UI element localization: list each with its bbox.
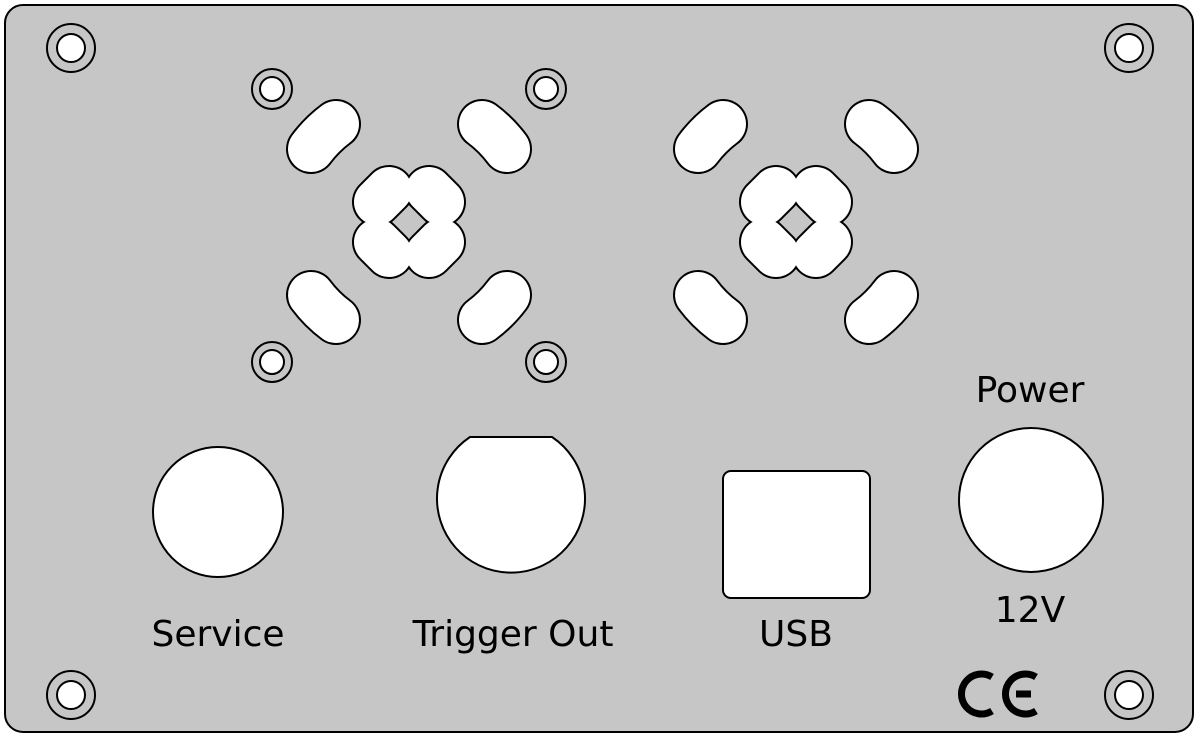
power-label: Power: [976, 370, 1085, 411]
mounting-screw-icon: [251, 341, 293, 383]
usb-label: USB: [759, 614, 833, 655]
usb-port: [722, 470, 871, 599]
mounting-screw-icon: [46, 23, 96, 73]
service-port: [152, 446, 284, 578]
mounting-screw-icon: [525, 341, 567, 383]
mounting-screw-icon: [525, 68, 567, 110]
mounting-screw-icon: [46, 670, 96, 720]
mounting-screw-icon: [251, 68, 293, 110]
mounting-screw-icon: [1104, 23, 1154, 73]
mounting-screw-icon: [1104, 670, 1154, 720]
power-port: [958, 427, 1104, 573]
service-label: Service: [151, 614, 284, 655]
trigger-out-label: Trigger Out: [412, 614, 614, 655]
voltage-label: 12V: [995, 590, 1066, 631]
rear-panel-diagram: Service Trigger Out USB Power 12V: [4, 4, 1194, 733]
trigger-out-port: [436, 436, 586, 574]
